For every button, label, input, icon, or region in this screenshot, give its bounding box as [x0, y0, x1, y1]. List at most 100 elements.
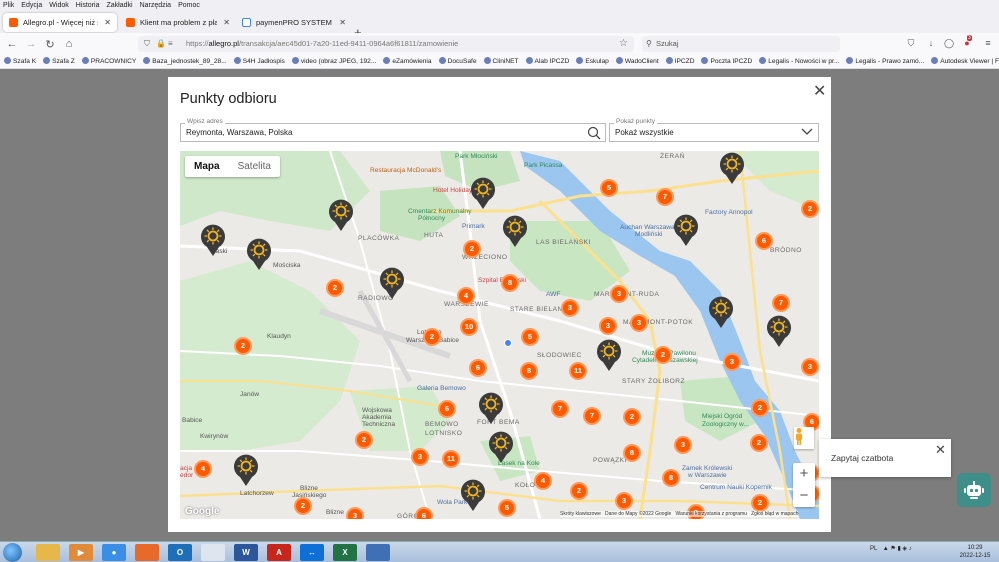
forward-button[interactable]: → — [23, 36, 39, 52]
pickup-cluster-marker[interactable]: 2 — [654, 346, 672, 364]
terms-link[interactable]: Warunki korzystania z programu — [675, 511, 747, 517]
home-button[interactable]: ⌂ — [61, 36, 77, 52]
language-indicator[interactable]: PL — [870, 546, 877, 552]
map-type-satellite-button[interactable]: Satelita — [229, 156, 280, 177]
menu-icon[interactable]: ≡ — [982, 38, 994, 50]
menu-item-0[interactable]: Plik — [3, 2, 14, 9]
pickup-cluster-marker[interactable]: 8 — [662, 469, 680, 487]
pickup-point-pin-icon[interactable] — [501, 214, 529, 248]
pickup-cluster-marker[interactable]: 2 — [294, 497, 312, 515]
menu-item-1[interactable]: Edycja — [21, 2, 42, 9]
pickup-cluster-marker[interactable]: 7 — [656, 188, 674, 206]
pickup-cluster-marker[interactable]: 3 — [801, 358, 819, 376]
close-tab-icon[interactable]: ✕ — [104, 18, 111, 27]
reload-button[interactable]: ↻ — [42, 36, 58, 52]
pickup-cluster-marker[interactable]: 4 — [457, 287, 475, 305]
taskbar-pdf-icon[interactable]: A — [267, 544, 291, 561]
bookmark-item[interactable]: PRACOWNICY — [81, 57, 136, 65]
close-tab-icon[interactable]: ✕ — [339, 18, 346, 27]
pickup-point-pin-icon[interactable] — [707, 295, 735, 329]
pickup-cluster-marker[interactable]: 2 — [423, 328, 441, 346]
zoom-out-button[interactable]: − — [793, 485, 815, 507]
street-view-pegman-icon[interactable] — [794, 427, 814, 449]
pickup-point-pin-icon[interactable] — [232, 453, 260, 487]
bookmark-item[interactable]: DocuSafe — [438, 57, 477, 65]
pickup-cluster-marker[interactable]: 7 — [772, 294, 790, 312]
bookmark-item[interactable]: Eskulap — [576, 57, 609, 65]
pickup-cluster-marker[interactable]: 3 — [346, 507, 364, 519]
pickup-cluster-marker[interactable]: 4 — [194, 460, 212, 478]
pickup-cluster-marker[interactable]: 7 — [583, 407, 601, 425]
pickup-cluster-marker[interactable]: 4 — [534, 472, 552, 490]
pickup-cluster-marker[interactable]: 3 — [561, 299, 579, 317]
pickup-cluster-marker[interactable]: 3 — [723, 353, 741, 371]
pickup-cluster-marker[interactable]: 3 — [610, 285, 628, 303]
pickup-point-pin-icon[interactable] — [672, 213, 700, 247]
pickup-cluster-marker[interactable]: 6 — [415, 507, 433, 519]
pickup-cluster-marker[interactable]: 3 — [599, 317, 617, 335]
menu-item-5[interactable]: Narzędzia — [140, 2, 172, 9]
bookmark-item[interactable]: CliniNET — [483, 57, 519, 65]
close-tab-icon[interactable]: ✕ — [223, 18, 230, 27]
bookmark-item[interactable]: S4H Jadłospis — [233, 57, 285, 65]
bookmark-item[interactable]: eZamówienia — [383, 57, 432, 65]
system-clock[interactable]: 10:29 2022-12-15 — [956, 544, 994, 560]
account-icon[interactable]: ◯ — [943, 38, 955, 50]
pickup-cluster-marker[interactable]: 2 — [623, 408, 641, 426]
close-chatbot-prompt-button[interactable]: ✕ — [935, 442, 946, 458]
pickup-point-pin-icon[interactable] — [718, 151, 746, 185]
map-type-map-button[interactable]: Mapa — [185, 156, 229, 177]
pickup-point-pin-icon[interactable] — [765, 314, 793, 348]
bookmark-item[interactable]: Legalis - Prawo zamó... — [846, 57, 924, 65]
map-view[interactable]: Park Młociński Park Picassa ŻERAŃ Restaurac… — [180, 151, 819, 519]
bookmark-item[interactable]: Autodesk Viewer | Free... — [931, 57, 999, 65]
taskbar-notepad-icon[interactable] — [201, 544, 225, 561]
pickup-cluster-marker[interactable]: 11 — [442, 450, 460, 468]
taskbar-excel-icon[interactable]: X — [333, 544, 357, 561]
pickup-cluster-marker[interactable]: 5 — [498, 499, 516, 517]
pickup-point-pin-icon[interactable] — [245, 237, 273, 271]
pickup-cluster-marker[interactable]: 2 — [750, 434, 768, 452]
pickup-cluster-marker[interactable]: 3 — [630, 314, 648, 332]
bookmark-item[interactable]: Poczta IPCZD — [701, 57, 752, 65]
taskbar-word-icon[interactable]: W — [234, 544, 258, 561]
taskbar-chrome-icon[interactable]: ● — [102, 544, 126, 561]
taskbar-outlook-icon[interactable]: O — [168, 544, 192, 561]
search-icon[interactable] — [587, 126, 601, 140]
bookmark-item[interactable]: video (obraz JPEG, 192... — [291, 57, 376, 65]
pickup-cluster-marker[interactable]: 3 — [615, 492, 633, 510]
taskbar-explorer-icon[interactable] — [36, 544, 60, 561]
pickup-cluster-marker[interactable]: 2 — [234, 337, 252, 355]
pickup-cluster-marker[interactable]: 2 — [801, 200, 819, 218]
bookmark-item[interactable]: Legalis - Nowości w pr... — [759, 57, 839, 65]
menu-item-2[interactable]: Widok — [49, 2, 68, 9]
bookmark-star-icon[interactable]: ☆ — [619, 36, 628, 52]
menu-item-6[interactable]: Pomoc — [178, 2, 200, 9]
pickup-point-pin-icon[interactable] — [477, 391, 505, 425]
report-error-link[interactable]: Zgłoś błąd w mapach — [751, 511, 798, 517]
pickup-cluster-marker[interactable]: 5 — [600, 179, 618, 197]
pickup-cluster-marker[interactable]: 6 — [755, 232, 773, 250]
downloads-icon[interactable]: ↓ — [925, 38, 937, 50]
chatbot-prompt[interactable]: Zapytaj czatbota ✕ — [819, 439, 951, 477]
pickup-point-pin-icon[interactable] — [487, 430, 515, 464]
pickup-cluster-marker[interactable]: 11 — [569, 362, 587, 380]
back-button[interactable]: ← — [4, 36, 20, 52]
pickup-point-pin-icon[interactable] — [459, 478, 487, 512]
tab-klient[interactable]: Klient ma problem z płatnościa ✕ — [120, 13, 236, 32]
bookmark-item[interactable]: Baza_jednostek_89_28... — [143, 57, 227, 65]
pickup-cluster-marker[interactable]: 6 — [438, 400, 456, 418]
search-input[interactable]: ⚲ Szukaj — [642, 36, 840, 52]
keyboard-shortcuts-link[interactable]: Skróty klawiszowe — [560, 511, 601, 517]
pickup-cluster-marker[interactable]: 8 — [623, 444, 641, 462]
pickup-cluster-marker[interactable]: 5 — [521, 328, 539, 346]
pickup-cluster-marker[interactable]: 2 — [570, 482, 588, 500]
pickup-cluster-marker[interactable]: 3 — [411, 448, 429, 466]
close-dialog-button[interactable]: ✕ — [813, 81, 826, 101]
pickup-cluster-marker[interactable]: 3 — [674, 436, 692, 454]
tray-icons[interactable]: ▲ ⚑ ▮ ◈ ♪ — [883, 546, 912, 552]
pickup-cluster-marker[interactable]: 2 — [355, 431, 373, 449]
pickup-cluster-marker[interactable]: 8 — [520, 362, 538, 380]
bookmark-item[interactable]: WadoClient — [615, 57, 659, 65]
taskbar-media-icon[interactable]: ▶ — [69, 544, 93, 561]
